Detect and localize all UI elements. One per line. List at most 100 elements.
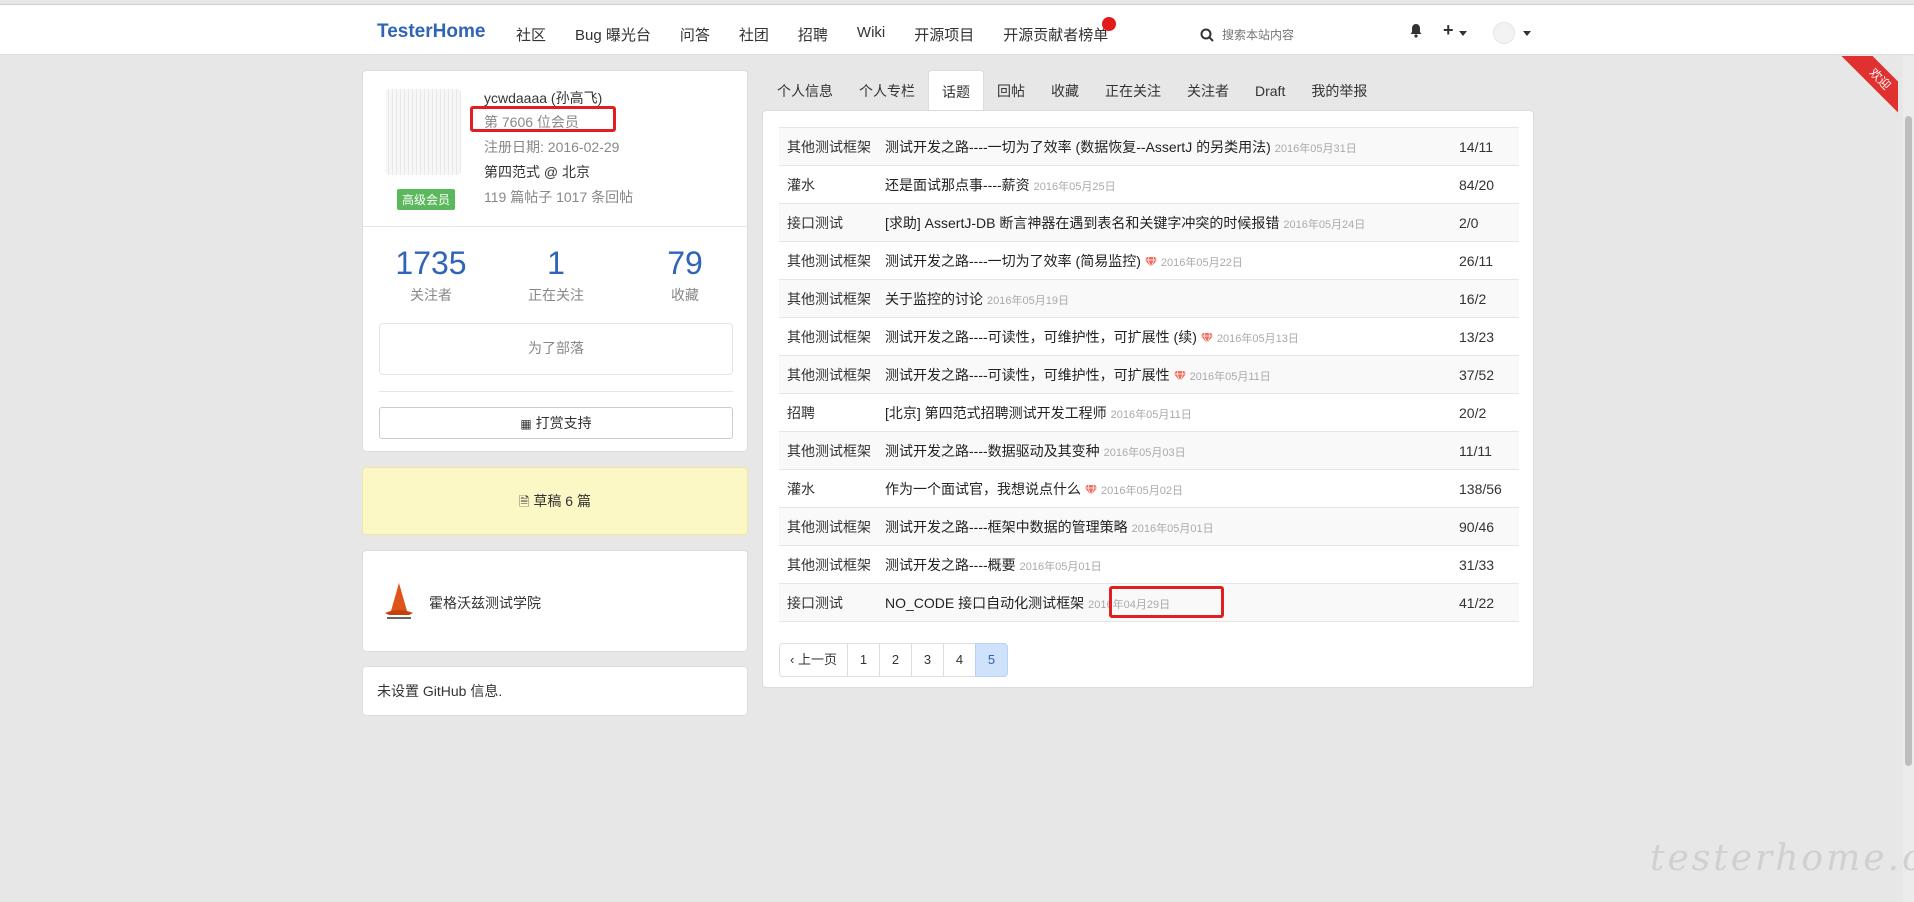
topic-title[interactable]: 测试开发之路----概要 <box>885 557 1016 573</box>
page-button[interactable]: 2 <box>878 643 912 677</box>
tab-item[interactable]: 回帖 <box>984 70 1038 110</box>
topic-count: 26/11 <box>1459 252 1493 269</box>
donate-button[interactable]: ▦ 打赏支持 <box>379 407 733 439</box>
nav-link[interactable]: 开源项目 <box>914 24 974 45</box>
topic-date: 2016年05月11日 <box>1189 370 1271 383</box>
tab-item[interactable]: Draft <box>1242 70 1298 110</box>
page-button[interactable]: 3 <box>910 643 944 677</box>
topic-row: 灌水 作为一个面试官，我想说点什么 2016年05月02日 138/56 <box>779 470 1519 508</box>
topic-count: 37/52 <box>1459 366 1495 383</box>
stat-following[interactable]: 1 正在关注 <box>496 245 616 305</box>
nav-link[interactable]: Bug 曝光台 <box>575 24 651 45</box>
tab-item[interactable]: 关注者 <box>1174 70 1242 110</box>
page-button[interactable]: 5 <box>974 643 1008 677</box>
topic-title[interactable]: 测试开发之路----一切为了效率 (简易监控) <box>885 253 1141 269</box>
welcome-ribbon-label: 欢迎 <box>1840 56 1898 114</box>
search-box[interactable] <box>1200 24 1380 46</box>
topic-title[interactable]: 还是面试那点事----薪资 <box>885 177 1030 193</box>
vip-badge: 高级会员 <box>397 189 456 210</box>
topic-node[interactable]: 其他测试框架 <box>779 289 885 309</box>
stat-number: 79 <box>667 245 703 281</box>
prev-page-button[interactable]: ‹ 上一页 <box>779 643 848 677</box>
topic-title[interactable]: NO_CODE 接口自动化测试框架 <box>885 595 1084 611</box>
topic-title-cell: 作为一个面试官，我想说点什么 2016年05月02日 <box>885 479 1459 499</box>
topic-title-cell: 关于监控的讨论 2016年05月19日 <box>885 289 1459 309</box>
nav-link[interactable]: Wiki <box>857 24 885 45</box>
caret-down-icon <box>1458 31 1467 36</box>
nav-link[interactable]: 问答 <box>680 24 710 45</box>
topic-title-cell: 测试开发之路----一切为了效率 (简易监控) 2016年05月22日 <box>885 251 1459 271</box>
diamond-icon <box>1200 332 1213 343</box>
file-icon: 🗎 <box>519 494 530 509</box>
topic-title[interactable]: [北京] 第四范式招聘测试开发工程师 <box>885 405 1107 421</box>
stat-followers[interactable]: 1735 关注者 <box>371 245 491 305</box>
search-icon <box>1200 28 1214 42</box>
plus-menu[interactable]: + <box>1443 20 1467 41</box>
school-logo <box>385 583 413 619</box>
topic-title-cell: 还是面试那点事----薪资 2016年05月25日 <box>885 175 1459 195</box>
topic-node[interactable]: 其他测试框架 <box>779 441 885 461</box>
post-counts: 119 篇帖子 1017 条回帖 <box>484 189 634 205</box>
join-date: 注册日期: 2016-02-29 <box>484 139 620 155</box>
bell-icon[interactable] <box>1409 23 1423 38</box>
topic-node[interactable]: 接口测试 <box>779 213 885 233</box>
tab-item[interactable]: 话题 <box>928 70 984 110</box>
topic-node[interactable]: 招聘 <box>779 403 885 423</box>
topic-title[interactable]: 作为一个面试官，我想说点什么 <box>885 481 1081 497</box>
topic-title-cell: 测试开发之路----一切为了效率 (数据恢复--AssertJ 的另类用法) 20… <box>885 137 1459 157</box>
nav-link[interactable]: 招聘 <box>798 24 828 45</box>
topic-title-cell: [北京] 第四范式招聘测试开发工程师 2016年05月11日 <box>885 403 1459 423</box>
divider <box>379 391 733 392</box>
search-input[interactable] <box>1222 28 1372 42</box>
page-button[interactable]: 1 <box>846 643 880 677</box>
tab-item[interactable]: 个人信息 <box>764 70 846 110</box>
tab-item[interactable]: 个人专栏 <box>846 70 928 110</box>
page-button[interactable]: 4 <box>942 643 976 677</box>
drafts-label: 草稿 6 篇 <box>533 493 591 509</box>
topic-node[interactable]: 接口测试 <box>779 593 885 613</box>
tab-item[interactable]: 正在关注 <box>1092 70 1174 110</box>
scrollbar-thumb[interactable] <box>1905 116 1912 766</box>
topic-row: 其他测试框架 关于监控的讨论 2016年05月19日 16/2 <box>779 280 1519 318</box>
topic-count: 138/56 <box>1459 480 1502 497</box>
topic-title[interactable]: 关于监控的讨论 <box>885 291 983 307</box>
topic-node[interactable]: 其他测试框架 <box>779 327 885 347</box>
nav-link[interactable]: 社团 <box>739 24 769 45</box>
stat-number: 1 <box>547 245 565 281</box>
topic-node[interactable]: 灌水 <box>779 175 885 195</box>
topic-node[interactable]: 其他测试框架 <box>779 137 885 157</box>
topic-title[interactable]: 测试开发之路----可读性，可维护性，可扩展性 <box>885 367 1170 383</box>
topic-title[interactable]: 测试开发之路----一切为了效率 (数据恢复--AssertJ 的另类用法) <box>885 139 1271 155</box>
topic-count: 20/2 <box>1459 404 1487 421</box>
topic-title-cell: 测试开发之路----数据驱动及其变种 2016年05月03日 <box>885 441 1459 461</box>
topic-title[interactable]: 测试开发之路----数据驱动及其变种 <box>885 443 1100 459</box>
nav-link[interactable]: 开源贡献者榜单 <box>1003 24 1108 45</box>
user-avatar[interactable] <box>1493 22 1515 44</box>
welcome-ribbon[interactable]: 欢迎 <box>1840 56 1898 114</box>
topic-count: 2/0 <box>1459 214 1479 231</box>
school-card[interactable]: 霍格沃兹测试学院 <box>362 550 748 652</box>
tribe-box: 为了部落 <box>379 323 733 375</box>
topic-node[interactable]: 其他测试框架 <box>779 365 885 385</box>
topic-date: 2016年05月22日 <box>1160 256 1243 269</box>
topic-title[interactable]: [求助] AssertJ-DB 断言神器在遇到表名和关键字冲突的时候报错 <box>885 215 1279 231</box>
brand-logo[interactable]: TesterHome <box>377 21 485 43</box>
topic-title[interactable]: 测试开发之路----可读性，可维护性，可扩展性 (续) <box>885 329 1197 345</box>
page-scrollbar[interactable] <box>1903 56 1914 902</box>
tab-item[interactable]: 我的举报 <box>1298 70 1380 110</box>
stat-favorites[interactable]: 79 收藏 <box>625 245 745 305</box>
topic-node[interactable]: 其他测试框架 <box>779 517 885 537</box>
topic-title[interactable]: 测试开发之路----框架中数据的管理策略 <box>885 519 1128 535</box>
topic-row: 其他测试框架 测试开发之路----框架中数据的管理策略 2016年05月01日 90/… <box>779 508 1519 546</box>
nav-link[interactable]: 社区 <box>516 24 546 45</box>
topic-date: 2016年05月31日 <box>1274 142 1357 155</box>
drafts-box[interactable]: 🗎 草稿 6 篇 <box>362 467 748 535</box>
topic-date: 2016年05月01日 <box>1131 522 1214 535</box>
topic-row: 其他测试框架 测试开发之路----一切为了效率 (简易监控) 2016年05月22日… <box>779 242 1519 280</box>
tab-item[interactable]: 收藏 <box>1038 70 1092 110</box>
topic-count: 13/23 <box>1459 328 1495 345</box>
caret-down-icon[interactable] <box>1523 31 1531 36</box>
topic-node[interactable]: 其他测试框架 <box>779 251 885 271</box>
topic-node[interactable]: 其他测试框架 <box>779 555 885 575</box>
topic-node[interactable]: 灌水 <box>779 479 885 499</box>
